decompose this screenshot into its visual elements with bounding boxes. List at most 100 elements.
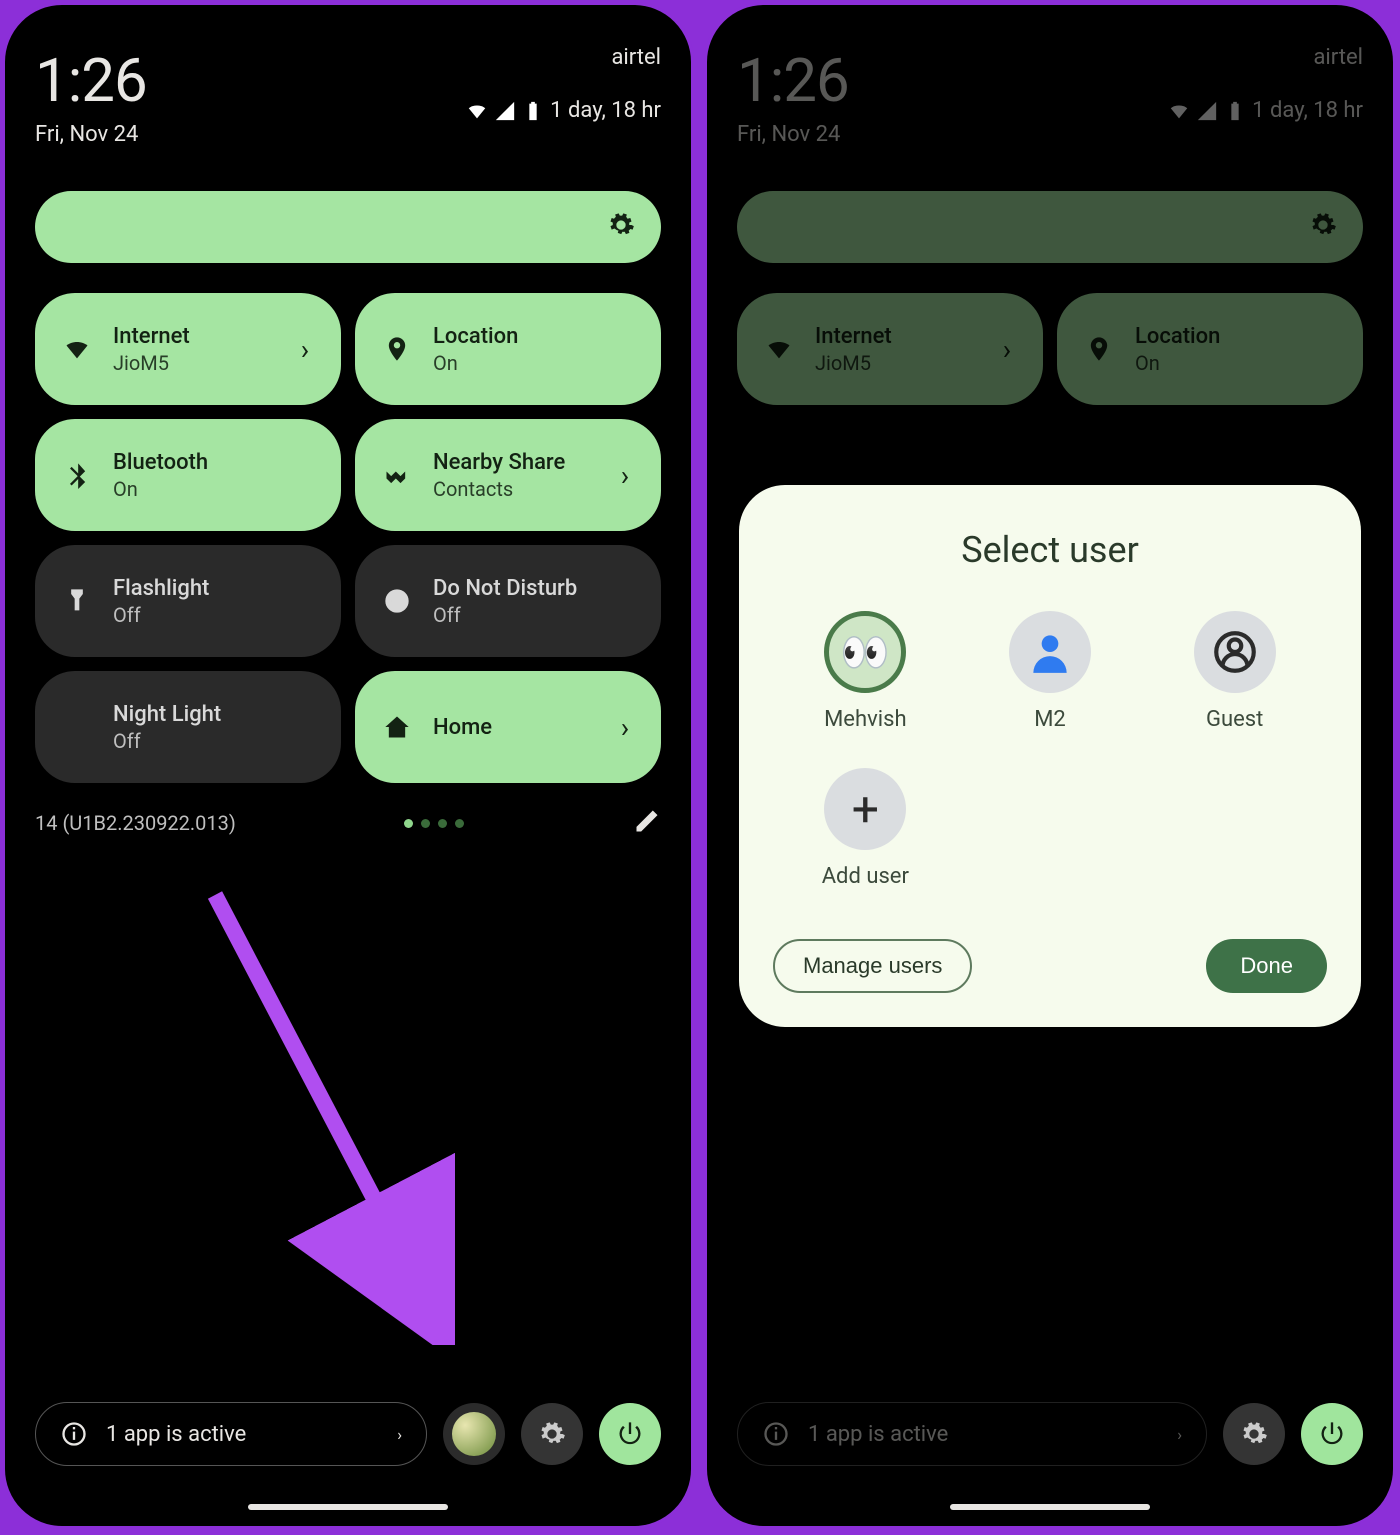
wifi-icon [759, 335, 799, 363]
chevron-right-icon: › [1177, 1425, 1182, 1444]
user-label: Mehvish [824, 707, 906, 732]
chevron-right-icon: › [611, 711, 639, 744]
dnd-icon [377, 587, 417, 615]
plus-icon: + [824, 768, 906, 850]
brightness-slider[interactable] [35, 191, 661, 263]
status-icons: 1 day, 18 hr [1168, 98, 1363, 123]
qs-footer: 14 (U1B2.230922.013) [35, 807, 661, 839]
tile-sub: On [113, 477, 319, 501]
flashlight-icon [57, 587, 97, 615]
tile-dnd[interactable]: Do Not DisturbOff [355, 545, 661, 657]
tile-sub: JioM5 [113, 351, 275, 375]
wifi-icon [466, 100, 488, 122]
info-icon [762, 1420, 790, 1448]
nearby-share-icon [377, 461, 417, 489]
tile-label: Flashlight [113, 576, 319, 601]
date: Fri, Nov 24 [35, 122, 147, 147]
signal-icon [1196, 100, 1218, 122]
dialog-actions: Manage users Done [773, 939, 1327, 993]
tile-sub: Off [113, 729, 319, 753]
tile-sub: On [1135, 351, 1341, 375]
carrier-block: airtel 1 day, 18 hr [1168, 45, 1363, 123]
tile-location[interactable]: LocationOn [355, 293, 661, 405]
phone-right: 1:26 Fri, Nov 24 airtel 1 day, 18 hr Int… [704, 2, 1396, 1529]
tile-night-light[interactable]: Night LightOff [35, 671, 341, 783]
annotation-arrow-icon [205, 885, 455, 1345]
carrier: airtel [466, 45, 661, 70]
power-icon [1318, 1420, 1346, 1448]
user-label: Add user [822, 864, 909, 889]
date: Fri, Nov 24 [737, 122, 849, 147]
build-number: 14 (U1B2.230922.013) [35, 811, 236, 835]
settings-button[interactable] [1223, 1403, 1285, 1465]
clock-block: 1:26 Fri, Nov 24 [35, 45, 147, 147]
qs-tiles: InternetJioM5 › LocationOn BluetoothOn N… [35, 293, 661, 783]
tile-label: Nearby Share [433, 450, 595, 475]
location-icon [377, 335, 417, 363]
night-light-icon [57, 713, 97, 741]
tile-label: Night Light [113, 702, 319, 727]
chevron-right-icon: › [993, 333, 1021, 366]
tile-internet[interactable]: InternetJioM5 › [737, 293, 1043, 405]
power-button[interactable] [1301, 1403, 1363, 1465]
dialog-title: Select user [773, 529, 1327, 571]
brightness-slider[interactable] [737, 191, 1363, 263]
battery-text: 1 day, 18 hr [1252, 98, 1363, 123]
clock: 1:26 [737, 45, 849, 116]
tile-nearby-share[interactable]: Nearby ShareContacts › [355, 419, 661, 531]
active-apps-label: 1 app is active [808, 1422, 1159, 1447]
select-user-dialog: Select user 👀 Mehvish M2 Guest + Add us [739, 485, 1361, 1027]
location-icon [1079, 335, 1119, 363]
status-row: 1:26 Fri, Nov 24 airtel 1 day, 18 hr [35, 45, 661, 147]
power-button[interactable] [599, 1403, 661, 1465]
user-label: Guest [1206, 707, 1263, 732]
gear-icon [538, 1420, 566, 1448]
done-button[interactable]: Done [1206, 939, 1327, 993]
user-guest[interactable]: Guest [1194, 611, 1276, 732]
active-apps-chip[interactable]: 1 app is active › [737, 1402, 1207, 1466]
tile-internet[interactable]: InternetJioM5 › [35, 293, 341, 405]
gesture-bar[interactable] [248, 1504, 448, 1510]
carrier-block: airtel 1 day, 18 hr [466, 45, 661, 123]
bottom-row: 1 app is active › [737, 1402, 1363, 1466]
battery-icon [522, 100, 544, 122]
status-icons: 1 day, 18 hr [466, 98, 661, 123]
edit-tiles-button[interactable] [633, 807, 661, 839]
tile-home[interactable]: Home › [355, 671, 661, 783]
tile-sub: Off [433, 603, 639, 627]
tile-label: Location [1135, 324, 1341, 349]
chevron-right-icon: › [611, 459, 639, 492]
manage-users-button[interactable]: Manage users [773, 939, 972, 993]
tile-flashlight[interactable]: FlashlightOff [35, 545, 341, 657]
active-apps-chip[interactable]: 1 app is active › [35, 1402, 427, 1466]
add-user[interactable]: + Add user [822, 768, 909, 889]
tile-sub: On [433, 351, 639, 375]
signal-icon [494, 100, 516, 122]
carrier: airtel [1168, 45, 1363, 70]
gesture-bar[interactable] [950, 1504, 1150, 1510]
user-switch-button[interactable] [443, 1403, 505, 1465]
tile-label: Internet [815, 324, 977, 349]
page-dots [404, 819, 464, 828]
info-icon [60, 1420, 88, 1448]
user-mehvish[interactable]: 👀 Mehvish [824, 611, 906, 732]
tile-location[interactable]: LocationOn [1057, 293, 1363, 405]
avatar-icon [1009, 611, 1091, 693]
power-icon [616, 1420, 644, 1448]
phone-left: 1:26 Fri, Nov 24 airtel 1 day, 18 hr Int… [2, 2, 694, 1529]
brightness-gear-icon [607, 211, 635, 243]
users-grid: 👀 Mehvish M2 Guest + Add user [773, 611, 1327, 889]
clock: 1:26 [35, 45, 147, 116]
user-avatar-icon [452, 1412, 496, 1456]
home-icon [377, 713, 417, 741]
battery-icon [1224, 100, 1246, 122]
wifi-icon [1168, 100, 1190, 122]
tile-label: Home [433, 715, 595, 740]
wifi-icon [57, 335, 97, 363]
tile-bluetooth[interactable]: BluetoothOn [35, 419, 341, 531]
user-label: M2 [1034, 707, 1066, 732]
settings-button[interactable] [521, 1403, 583, 1465]
tile-sub: Off [113, 603, 319, 627]
tile-label: Bluetooth [113, 450, 319, 475]
user-m2[interactable]: M2 [1009, 611, 1091, 732]
